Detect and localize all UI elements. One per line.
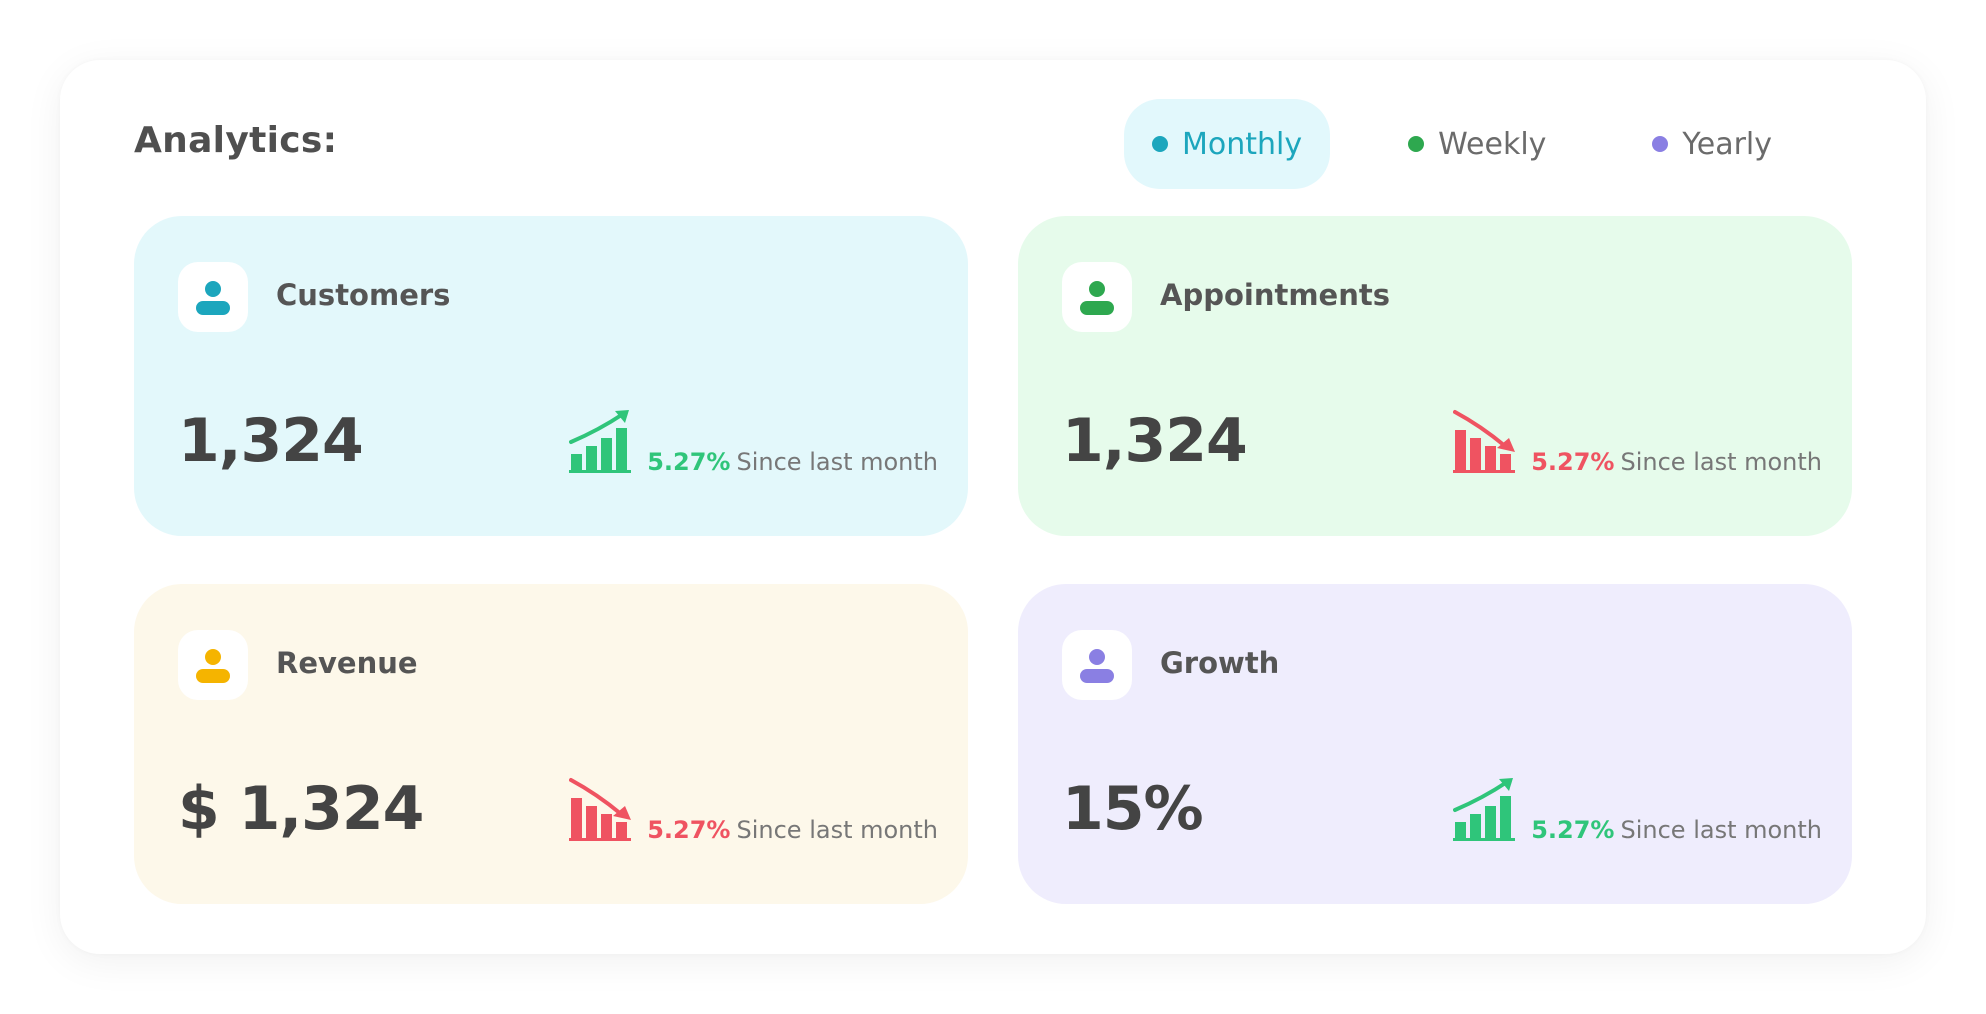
card-growth[interactable]: Growth 15% 5.27% Since last month [1018, 584, 1852, 904]
trend-up-icon [1453, 776, 1531, 846]
filter-weekly[interactable]: Weekly [1380, 99, 1574, 189]
change-percent: 5.27% [647, 448, 731, 476]
card-value: 1,324 [1062, 406, 1248, 476]
filter-yearly[interactable]: Yearly [1624, 99, 1800, 189]
change-caption: Since last month [1620, 816, 1822, 844]
monthly-dot-icon [1152, 136, 1168, 152]
change-caption: Since last month [1620, 448, 1822, 476]
yearly-dot-icon [1652, 136, 1669, 152]
change-percent: 5.27% [1531, 448, 1615, 476]
change-caption: Since last month [736, 448, 938, 476]
card-trend: 5.27% Since last month [569, 408, 938, 478]
change-percent: 5.27% [647, 816, 731, 844]
card-icon-box [178, 262, 248, 332]
filter-monthly[interactable]: Monthly [1124, 99, 1331, 189]
card-trend: 5.27% Since last month [1453, 776, 1822, 846]
card-label: Appointments [1160, 278, 1390, 312]
change-percent: 5.27% [1531, 816, 1615, 844]
trend-down-icon [569, 776, 647, 846]
card-revenue[interactable]: Revenue $ 1,324 5.27% Since last month [134, 584, 968, 904]
card-trend: 5.27% Since last month [569, 776, 938, 846]
card-appointments[interactable]: Appointments 1,324 5.27% Since last mont… [1018, 216, 1852, 536]
change-caption: Since last month [736, 816, 938, 844]
card-icon-box [1062, 262, 1132, 332]
card-trend: 5.27% Since last month [1453, 408, 1822, 478]
filter-label: Monthly [1182, 126, 1303, 162]
card-icon-box [178, 630, 248, 700]
filter-label: Weekly [1438, 126, 1547, 162]
page-title: Analytics: [134, 120, 338, 161]
analytics-panel: Analytics: Monthly Weekly Yearly Custome… [60, 60, 1926, 954]
trend-up-icon [569, 408, 647, 478]
card-value: 1,324 [178, 406, 364, 476]
period-filter: Monthly Weekly Yearly [1124, 99, 1800, 189]
card-label: Revenue [276, 646, 418, 680]
trend-down-icon [1453, 408, 1531, 478]
weekly-dot-icon [1408, 136, 1425, 152]
card-customers[interactable]: Customers 1,324 5.27% Since last month [134, 216, 968, 536]
card-value: 15% [1062, 774, 1204, 844]
card-value: $ 1,324 [178, 774, 424, 844]
card-label: Customers [276, 278, 451, 312]
filter-label: Yearly [1682, 126, 1773, 162]
card-label: Growth [1160, 646, 1280, 680]
card-icon-box [1062, 630, 1132, 700]
